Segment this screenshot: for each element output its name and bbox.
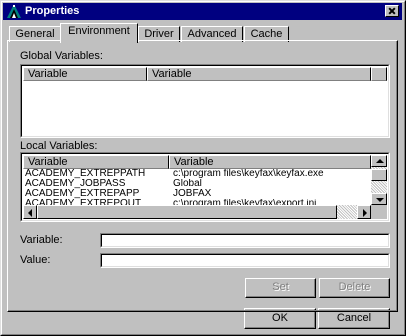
close-icon[interactable] [385, 5, 399, 17]
tab-label: Driver [144, 28, 174, 40]
title-bar[interactable]: Properties [3, 3, 402, 20]
global-variables-label: Global Variables: [20, 50, 103, 62]
variable-field[interactable] [100, 233, 390, 248]
vertical-scrollbar[interactable] [371, 155, 387, 205]
table-row-value[interactable]: c:\program files\keyfax\export.ini [173, 199, 369, 206]
ok-button-label: OK [272, 312, 288, 324]
tab-environment[interactable]: Environment [60, 23, 138, 43]
value-field[interactable] [100, 253, 390, 268]
cancel-button-label: Cancel [336, 312, 372, 324]
global-variables-list[interactable]: Variable Variable [20, 64, 390, 138]
scroll-up-icon[interactable] [371, 155, 387, 167]
vertical-scroll-thumb[interactable] [371, 169, 387, 181]
horizontal-scroll-thumb[interactable] [37, 205, 337, 219]
set-button[interactable]: Set [245, 278, 316, 298]
delete-button-label: Delete [338, 281, 371, 293]
local-header-value[interactable]: Variable [169, 155, 371, 169]
variable-label: Variable: [20, 234, 63, 246]
scroll-right-icon[interactable] [357, 205, 371, 219]
app-icon [6, 4, 22, 19]
tab-label: Environment [68, 25, 130, 37]
table-row-value[interactable]: c:\program files\keyfax\keyfax.exe [173, 169, 369, 179]
tab-label: Advanced [187, 28, 237, 40]
table-row-name[interactable]: ACADEMY_EXTREPPATH [25, 169, 167, 179]
local-header-variable[interactable]: Variable [23, 155, 169, 169]
global-header-filler [371, 67, 387, 81]
local-variables-label: Local Variables: [20, 140, 98, 152]
properties-window: Properties General Environment Driver Ad… [0, 0, 406, 336]
delete-button[interactable]: Delete [319, 278, 390, 298]
environment-panel: Global Variables: Variable Variable Loca… [7, 40, 398, 312]
window-title: Properties [25, 5, 80, 17]
table-row-value[interactable]: JOBFAX [173, 189, 369, 199]
value-label: Value: [20, 254, 51, 266]
set-button-label: Set [272, 281, 289, 293]
table-row-name[interactable]: ACADEMY_JOBPASS [25, 179, 167, 189]
table-row-name[interactable]: ACADEMY_EXTREPAPP [25, 189, 167, 199]
table-row-value[interactable]: Global [173, 179, 369, 189]
horizontal-scrollbar[interactable] [23, 205, 387, 219]
table-row-name[interactable]: ACADEMY_EXTREPOUT [25, 199, 167, 206]
global-header-variable[interactable]: Variable [23, 67, 147, 81]
tab-label: General [15, 28, 55, 40]
scroll-down-icon[interactable] [371, 193, 387, 205]
local-variables-list[interactable]: Variable Variable ACADEMY_EXTREPPATH c:\… [20, 152, 390, 222]
scroll-left-icon[interactable] [23, 205, 37, 219]
tab-label: Cache [250, 28, 283, 40]
global-header-value[interactable]: Variable [147, 67, 371, 81]
